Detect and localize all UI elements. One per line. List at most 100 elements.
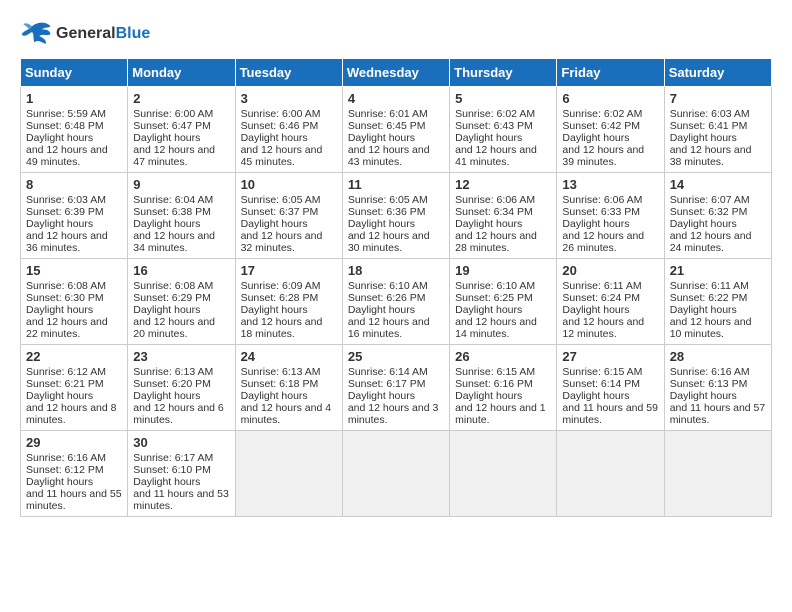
daylight-duration: and 12 hours and 49 minutes. [26,144,108,168]
calendar-day: 24 Sunrise: 6:13 AM Sunset: 6:18 PM Dayl… [235,345,342,431]
sunrise-label: Sunrise: 6:00 AM [241,108,321,120]
sunrise-label: Sunrise: 6:03 AM [26,194,106,206]
day-number: 9 [133,177,229,192]
daylight-label: Daylight hours [670,304,737,316]
logo: GeneralBlue [20,20,150,48]
calendar-day: 23 Sunrise: 6:13 AM Sunset: 6:20 PM Dayl… [128,345,235,431]
calendar-day: 16 Sunrise: 6:08 AM Sunset: 6:29 PM Dayl… [128,259,235,345]
daylight-duration: and 11 hours and 59 minutes. [562,402,658,426]
day-number: 16 [133,263,229,278]
sunset-label: Sunset: 6:45 PM [348,120,426,132]
daylight-duration: and 12 hours and 43 minutes. [348,144,430,168]
sunrise-label: Sunrise: 5:59 AM [26,108,106,120]
sunset-label: Sunset: 6:33 PM [562,206,640,218]
calendar-day: 1 Sunrise: 5:59 AM Sunset: 6:48 PM Dayli… [21,87,128,173]
day-number: 21 [670,263,766,278]
weekday-header: Friday [557,59,664,87]
sunset-label: Sunset: 6:41 PM [670,120,748,132]
page-header: GeneralBlue [20,20,772,48]
daylight-label: Daylight hours [348,132,415,144]
day-number: 10 [241,177,337,192]
daylight-label: Daylight hours [348,218,415,230]
calendar-day: 25 Sunrise: 6:14 AM Sunset: 6:17 PM Dayl… [342,345,449,431]
day-number: 19 [455,263,551,278]
sunset-label: Sunset: 6:14 PM [562,378,640,390]
sunrise-label: Sunrise: 6:06 AM [562,194,642,206]
sunset-label: Sunset: 6:34 PM [455,206,533,218]
sunrise-label: Sunrise: 6:02 AM [455,108,535,120]
calendar-day: 17 Sunrise: 6:09 AM Sunset: 6:28 PM Dayl… [235,259,342,345]
daylight-label: Daylight hours [241,218,308,230]
day-number: 12 [455,177,551,192]
weekday-header: Tuesday [235,59,342,87]
daylight-duration: and 12 hours and 20 minutes. [133,316,215,340]
sunset-label: Sunset: 6:26 PM [348,292,426,304]
daylight-duration: and 12 hours and 12 minutes. [562,316,644,340]
sunrise-label: Sunrise: 6:17 AM [133,452,213,464]
daylight-label: Daylight hours [26,132,93,144]
daylight-duration: and 12 hours and 16 minutes. [348,316,430,340]
daylight-label: Daylight hours [670,218,737,230]
sunrise-label: Sunrise: 6:10 AM [455,280,535,292]
daylight-duration: and 11 hours and 55 minutes. [26,488,122,512]
calendar-day: 15 Sunrise: 6:08 AM Sunset: 6:30 PM Dayl… [21,259,128,345]
calendar-week-row: 8 Sunrise: 6:03 AM Sunset: 6:39 PM Dayli… [21,173,772,259]
logo-text: GeneralBlue [56,25,150,43]
day-number: 11 [348,177,444,192]
daylight-label: Daylight hours [26,304,93,316]
daylight-duration: and 12 hours and 14 minutes. [455,316,537,340]
day-number: 8 [26,177,122,192]
day-number: 18 [348,263,444,278]
daylight-duration: and 12 hours and 6 minutes. [133,402,224,426]
sunset-label: Sunset: 6:12 PM [26,464,104,476]
sunset-label: Sunset: 6:36 PM [348,206,426,218]
daylight-label: Daylight hours [455,304,522,316]
sunset-label: Sunset: 6:29 PM [133,292,211,304]
daylight-duration: and 12 hours and 22 minutes. [26,316,108,340]
sunrise-label: Sunrise: 6:00 AM [133,108,213,120]
calendar-day: 8 Sunrise: 6:03 AM Sunset: 6:39 PM Dayli… [21,173,128,259]
day-number: 4 [348,91,444,106]
calendar-day: 26 Sunrise: 6:15 AM Sunset: 6:16 PM Dayl… [450,345,557,431]
day-number: 13 [562,177,658,192]
calendar-day: 9 Sunrise: 6:04 AM Sunset: 6:38 PM Dayli… [128,173,235,259]
sunset-label: Sunset: 6:28 PM [241,292,319,304]
daylight-label: Daylight hours [133,476,200,488]
calendar-day: 20 Sunrise: 6:11 AM Sunset: 6:24 PM Dayl… [557,259,664,345]
calendar-day: 6 Sunrise: 6:02 AM Sunset: 6:42 PM Dayli… [557,87,664,173]
weekday-header: Sunday [21,59,128,87]
sunset-label: Sunset: 6:10 PM [133,464,211,476]
day-number: 3 [241,91,337,106]
daylight-label: Daylight hours [455,132,522,144]
sunset-label: Sunset: 6:38 PM [133,206,211,218]
daylight-label: Daylight hours [133,304,200,316]
sunrise-label: Sunrise: 6:12 AM [26,366,106,378]
sunset-label: Sunset: 6:13 PM [670,378,748,390]
calendar-day [664,431,771,517]
daylight-duration: and 12 hours and 8 minutes. [26,402,117,426]
calendar-day: 3 Sunrise: 6:00 AM Sunset: 6:46 PM Dayli… [235,87,342,173]
sunrise-label: Sunrise: 6:04 AM [133,194,213,206]
sunrise-label: Sunrise: 6:05 AM [241,194,321,206]
sunset-label: Sunset: 6:32 PM [670,206,748,218]
day-number: 14 [670,177,766,192]
weekday-header: Wednesday [342,59,449,87]
sunrise-label: Sunrise: 6:10 AM [348,280,428,292]
sunset-label: Sunset: 6:22 PM [670,292,748,304]
daylight-label: Daylight hours [241,304,308,316]
logo-icon [20,20,52,48]
daylight-duration: and 12 hours and 41 minutes. [455,144,537,168]
daylight-label: Daylight hours [26,390,93,402]
daylight-label: Daylight hours [133,390,200,402]
daylight-label: Daylight hours [562,304,629,316]
daylight-duration: and 12 hours and 10 minutes. [670,316,752,340]
sunrise-label: Sunrise: 6:08 AM [133,280,213,292]
day-number: 30 [133,435,229,450]
day-number: 23 [133,349,229,364]
calendar-week-row: 22 Sunrise: 6:12 AM Sunset: 6:21 PM Dayl… [21,345,772,431]
daylight-duration: and 12 hours and 1 minute. [455,402,546,426]
daylight-duration: and 12 hours and 47 minutes. [133,144,215,168]
daylight-label: Daylight hours [26,476,93,488]
calendar-day: 12 Sunrise: 6:06 AM Sunset: 6:34 PM Dayl… [450,173,557,259]
sunset-label: Sunset: 6:47 PM [133,120,211,132]
